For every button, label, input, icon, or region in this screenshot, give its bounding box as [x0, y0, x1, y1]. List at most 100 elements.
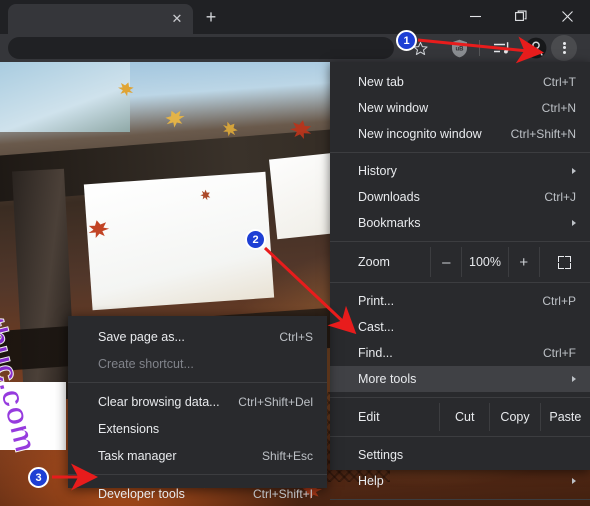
menu-separator — [330, 152, 590, 153]
submenu-item-label: Create shortcut... — [98, 356, 194, 371]
background-white-strip — [0, 382, 66, 450]
menu-item-label: Find... — [358, 346, 393, 360]
menu-item-shortcut: Ctrl+J — [544, 190, 576, 204]
menu-separator — [330, 241, 590, 242]
menu-item-help[interactable]: Help — [330, 468, 590, 494]
media-control-icon[interactable] — [490, 36, 514, 60]
menu-item-shortcut: Ctrl+T — [543, 75, 576, 89]
menu-item-label: New window — [358, 101, 429, 115]
new-tab-button[interactable]: + — [200, 7, 222, 29]
window-controls — [452, 0, 590, 32]
menu-item-find[interactable]: Find... Ctrl+F — [330, 340, 590, 366]
submenu-item-developer-tools[interactable]: Developer tools Ctrl+Shift+I — [68, 480, 327, 506]
submenu-item-extensions[interactable]: Extensions — [68, 415, 327, 442]
submenu-item-label: Clear browsing data... — [98, 394, 220, 409]
menu-item-shortcut: Ctrl+P — [542, 294, 576, 308]
address-bar[interactable] — [8, 37, 394, 59]
background-sky — [0, 62, 130, 132]
chrome-menu-button[interactable] — [551, 35, 577, 61]
submenu-item-save-page-as[interactable]: Save page as... Ctrl+S — [68, 323, 327, 350]
close-icon — [561, 10, 573, 22]
menu-item-bookmarks[interactable]: Bookmarks — [330, 210, 590, 236]
shield-icon: uB — [451, 39, 467, 57]
menu-item-label: New incognito window — [358, 127, 482, 141]
zoom-level-value: 100% — [461, 247, 508, 277]
submenu-item-label: Save page as... — [98, 329, 185, 344]
browser-window: ✕ + uB New tab Ctrl+T New window Ctrl+N … — [0, 0, 590, 506]
menu-separator — [330, 397, 590, 398]
menu-item-label: More tools — [358, 372, 417, 386]
menu-separator — [330, 282, 590, 283]
menu-separator — [330, 499, 590, 500]
toolbar-divider — [479, 40, 480, 56]
zoom-label: Zoom — [358, 255, 390, 269]
menu-dot — [562, 46, 566, 50]
profile-avatar-icon[interactable] — [524, 36, 548, 60]
menu-item-label: Settings — [358, 448, 404, 462]
chevron-right-icon — [571, 376, 576, 382]
menu-item-settings[interactable]: Settings — [330, 442, 590, 468]
leaf-icon — [162, 107, 187, 131]
chevron-right-icon — [572, 478, 576, 484]
menu-dot — [562, 41, 566, 45]
menu-item-shortcut: Ctrl+N — [541, 101, 576, 115]
menu-item-history[interactable]: History — [330, 158, 590, 184]
menu-item-label: Bookmarks — [358, 216, 421, 230]
copy-button[interactable]: Copy — [489, 403, 539, 431]
submenu-item-clear-browsing-data[interactable]: Clear browsing data... Ctrl+Shift+Del — [68, 388, 327, 415]
submenu-item-label: Task manager — [98, 448, 177, 463]
callout-badge-2: 2 — [245, 229, 266, 250]
fullscreen-button[interactable] — [538, 247, 590, 277]
menu-item-label: Help — [358, 474, 384, 488]
menu-item-new-incognito-window[interactable]: New incognito window Ctrl+Shift+N — [330, 121, 590, 147]
tab-close-icon[interactable]: ✕ — [170, 12, 184, 26]
cut-button[interactable]: Cut — [439, 403, 489, 431]
chevron-right-icon — [572, 168, 576, 174]
menu-item-cast[interactable]: Cast... — [330, 314, 590, 340]
menu-zoom-row: Zoom – 100% + — [330, 247, 590, 277]
menu-item-label: New tab — [358, 75, 404, 89]
submenu-item-shortcut: Ctrl+Shift+Del — [238, 394, 313, 409]
minimize-button[interactable] — [452, 0, 498, 32]
browser-tab[interactable]: ✕ — [8, 4, 193, 34]
menu-item-label: Downloads — [358, 190, 420, 204]
menu-edit-row: Edit Cut Copy Paste — [330, 403, 590, 431]
submenu-item-shortcut: Ctrl+Shift+I — [252, 486, 313, 501]
minimize-icon — [469, 15, 481, 17]
menu-separator — [330, 436, 590, 437]
menu-item-shortcut: Ctrl+F — [543, 346, 576, 360]
submenu-item-create-shortcut: Create shortcut... — [68, 350, 327, 377]
menu-item-shortcut: Ctrl+Shift+N — [510, 127, 576, 141]
menu-item-print[interactable]: Print... Ctrl+P — [330, 288, 590, 314]
submenu-item-label: Developer tools — [98, 486, 185, 501]
paste-button[interactable]: Paste — [539, 403, 590, 431]
callout-badge-3: 3 — [28, 467, 49, 488]
close-window-button[interactable] — [544, 0, 590, 32]
menu-item-label: Print... — [358, 294, 395, 308]
zoom-in-button[interactable]: + — [507, 247, 539, 277]
menu-dot — [562, 50, 566, 54]
ublock-extension-icon[interactable]: uB — [447, 36, 471, 60]
menu-item-downloads[interactable]: Downloads Ctrl+J — [330, 184, 590, 210]
menu-item-label: Cast... — [358, 320, 395, 334]
more-tools-submenu: Save page as... Ctrl+S Create shortcut..… — [68, 316, 327, 501]
menu-item-label: History — [358, 164, 397, 178]
edit-label: Edit — [358, 410, 380, 424]
submenu-separator — [68, 474, 327, 475]
menu-item-new-window[interactable]: New window Ctrl+N — [330, 95, 590, 121]
avatar-icon — [525, 37, 547, 59]
submenu-item-shortcut: Shift+Esc — [261, 448, 313, 463]
fullscreen-icon — [558, 255, 572, 269]
chevron-right-icon — [572, 220, 576, 226]
submenu-item-task-manager[interactable]: Task manager Shift+Esc — [68, 442, 327, 469]
zoom-out-button[interactable]: – — [430, 247, 461, 277]
chrome-main-menu: New tab Ctrl+T New window Ctrl+N New inc… — [330, 62, 590, 500]
submenu-separator — [68, 382, 327, 383]
restore-icon — [515, 10, 527, 21]
svg-text:uB: uB — [455, 46, 464, 52]
tab-strip: ✕ + — [0, 0, 590, 34]
submenu-item-shortcut: Ctrl+S — [279, 329, 313, 344]
menu-item-new-tab[interactable]: New tab Ctrl+T — [330, 69, 590, 95]
restore-button[interactable] — [498, 0, 544, 32]
menu-item-more-tools[interactable]: More tools — [330, 366, 590, 392]
